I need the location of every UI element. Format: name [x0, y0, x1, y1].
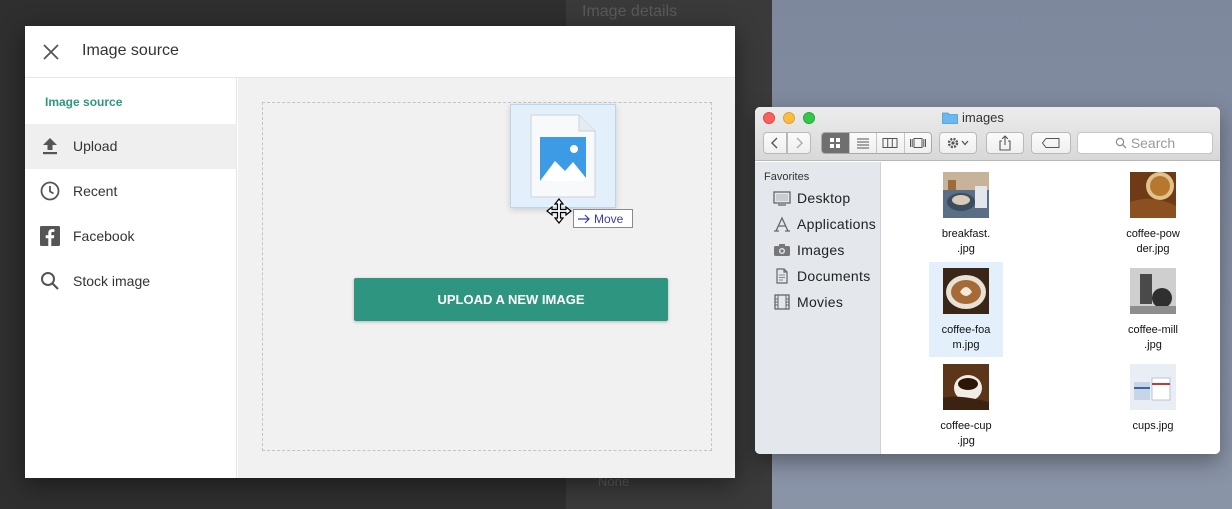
share-button[interactable]	[986, 132, 1024, 154]
list-icon	[856, 138, 869, 149]
folder-icon	[942, 112, 958, 124]
finder-title: images	[942, 110, 1004, 125]
camera-icon	[774, 244, 790, 256]
finder-toolbar: images Search	[755, 107, 1220, 161]
sidebar-item-label: Recent	[73, 183, 118, 199]
finder-window: images Search Favorites Desktop Applicat…	[755, 107, 1220, 454]
list-view-button[interactable]	[849, 133, 877, 153]
image-thumbnail	[943, 172, 989, 218]
applications-icon	[774, 216, 790, 232]
file-item-breakfast[interactable]: breakfast. .jpg	[929, 166, 1003, 261]
sidebar-item-label: Movies	[797, 294, 844, 310]
film-icon	[774, 294, 790, 310]
view-mode-switcher	[821, 132, 932, 154]
finder-sidebar: Favorites Desktop Applications Images Do…	[755, 162, 881, 454]
sidebar-item-documents[interactable]: Documents	[773, 266, 871, 286]
upload-icon	[39, 135, 61, 157]
sidebar-heading: Image source	[45, 95, 123, 109]
dialog-sidebar: Image source Upload Recent Facebook Stoc…	[25, 78, 237, 478]
image-file-icon	[530, 114, 596, 198]
sidebar-item-label: Facebook	[73, 228, 135, 244]
dialog-header: Image source	[25, 26, 735, 78]
file-item-coffee-powder[interactable]: coffee-pow der.jpg	[1116, 166, 1190, 261]
tag-icon	[1041, 138, 1060, 148]
image-thumbnail	[1130, 172, 1176, 218]
icon-view-button[interactable]	[822, 133, 850, 153]
file-name: coffee-foa m.jpg	[941, 324, 991, 351]
dragged-file-preview	[510, 104, 616, 208]
image-thumbnail	[943, 268, 989, 314]
arrow-right-icon	[578, 214, 590, 223]
image-thumbnail	[1130, 268, 1176, 314]
move-cursor-icon	[546, 198, 572, 224]
sidebar-item-facebook[interactable]: Facebook	[25, 214, 237, 259]
zoom-window-button[interactable]	[803, 112, 815, 124]
grid-icon	[830, 138, 841, 148]
close-window-button[interactable]	[763, 112, 775, 124]
move-tooltip: Move	[573, 209, 633, 228]
desktop-icon	[773, 191, 791, 206]
gear-icon	[947, 137, 969, 149]
finder-search-input[interactable]: Search	[1077, 132, 1213, 154]
gallery-view-button[interactable]	[904, 133, 931, 153]
file-name: coffee-mill .jpg	[1128, 324, 1178, 351]
sidebar-item-movies[interactable]: Movies	[773, 292, 843, 312]
tags-button[interactable]	[1031, 132, 1071, 154]
sidebar-item-label: Images	[797, 242, 845, 258]
gallery-icon	[909, 138, 926, 148]
sidebar-item-images[interactable]: Images	[773, 240, 845, 260]
share-icon	[999, 135, 1011, 151]
sidebar-item-upload[interactable]: Upload	[25, 124, 237, 169]
search-placeholder: Search	[1130, 135, 1176, 151]
search-icon	[39, 270, 61, 292]
file-item-coffee-mill[interactable]: coffee-mill .jpg	[1116, 262, 1190, 357]
move-tooltip-label: Move	[594, 211, 624, 226]
favorites-heading: Favorites	[764, 171, 810, 183]
sidebar-item-recent[interactable]: Recent	[25, 169, 237, 214]
sidebar-item-label: Applications	[797, 216, 877, 232]
chevron-left-icon	[771, 137, 778, 149]
file-name: coffee-pow der.jpg	[1126, 228, 1180, 255]
file-item-coffee-foam[interactable]: coffee-foa m.jpg	[929, 262, 1003, 357]
search-icon	[1115, 137, 1127, 149]
image-source-dialog: Image source Image source Upload Recent …	[25, 26, 735, 478]
file-item-cups[interactable]: cups.jpg	[1116, 358, 1190, 438]
image-thumbnail	[943, 364, 989, 410]
columns-icon	[882, 138, 898, 148]
forward-button[interactable]	[787, 132, 811, 154]
drop-zone[interactable]: UPLOAD A NEW IMAGE	[262, 102, 712, 451]
sidebar-item-stock-image[interactable]: Stock image	[25, 259, 237, 304]
clock-icon	[39, 180, 61, 202]
file-name: breakfast. .jpg	[941, 228, 991, 255]
file-name: cups.jpg	[1132, 420, 1174, 432]
file-item-coffee-cup[interactable]: coffee-cup .jpg	[929, 358, 1003, 453]
upload-new-image-button[interactable]: UPLOAD A NEW IMAGE	[354, 278, 668, 321]
dialog-title: Image source	[82, 42, 179, 59]
file-name: coffee-cup .jpg	[940, 420, 992, 447]
sidebar-item-desktop[interactable]: Desktop	[773, 188, 850, 208]
sidebar-item-label: Stock image	[73, 273, 151, 289]
background-panel-title: Image details	[582, 3, 678, 20]
sidebar-item-applications[interactable]: Applications	[773, 214, 876, 234]
upload-content: UPLOAD A NEW IMAGE	[238, 78, 735, 478]
sidebar-item-label: Upload	[73, 138, 118, 154]
file-grid: breakfast. .jpg coffee-pow der.jpg coffe…	[882, 162, 1220, 454]
close-icon[interactable]	[39, 40, 63, 64]
facebook-icon	[39, 225, 61, 247]
finder-title-label: images	[962, 110, 1004, 125]
image-thumbnail	[1130, 364, 1176, 410]
document-icon	[776, 268, 788, 284]
column-view-button[interactable]	[877, 133, 905, 153]
action-menu-button[interactable]	[939, 132, 977, 154]
minimize-window-button[interactable]	[783, 112, 795, 124]
chevron-right-icon	[796, 137, 803, 149]
sidebar-item-label: Documents	[797, 268, 871, 284]
back-button[interactable]	[763, 132, 787, 154]
sidebar-item-label: Desktop	[797, 190, 851, 206]
